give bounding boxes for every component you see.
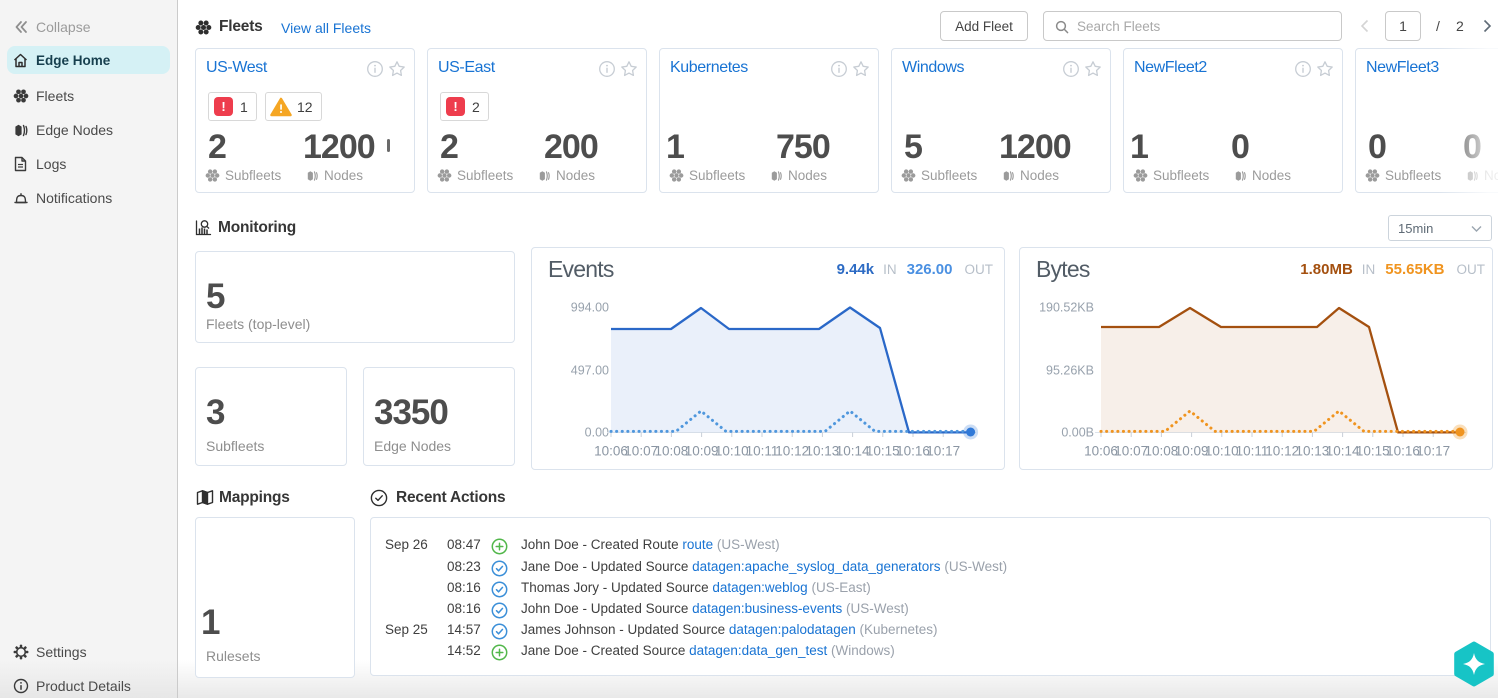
svg-text:10:06: 10:06 <box>1084 444 1118 459</box>
svg-text:10:10: 10:10 <box>1205 444 1239 459</box>
svg-text:10:17: 10:17 <box>1416 444 1450 459</box>
svg-text:10:12: 10:12 <box>775 444 809 459</box>
svg-text:10:12: 10:12 <box>1265 444 1299 459</box>
svg-text:10:15: 10:15 <box>1356 444 1390 459</box>
svg-text:10:14: 10:14 <box>836 444 870 459</box>
svg-text:10:09: 10:09 <box>685 444 719 459</box>
svg-text:10:10: 10:10 <box>715 444 749 459</box>
svg-text:10:15: 10:15 <box>866 444 900 459</box>
svg-text:10:07: 10:07 <box>624 444 658 459</box>
svg-text:10:16: 10:16 <box>1386 444 1420 459</box>
svg-text:497.00: 497.00 <box>571 364 609 378</box>
svg-text:10:08: 10:08 <box>655 444 689 459</box>
svg-text:10:07: 10:07 <box>1114 444 1148 459</box>
svg-text:10:17: 10:17 <box>926 444 960 459</box>
svg-text:10:08: 10:08 <box>1145 444 1179 459</box>
svg-text:0.00B: 0.00B <box>1061 426 1094 440</box>
svg-text:10:06: 10:06 <box>594 444 628 459</box>
svg-text:10:14: 10:14 <box>1326 444 1360 459</box>
svg-text:190.52KB: 190.52KB <box>1039 301 1094 315</box>
svg-text:10:11: 10:11 <box>1236 444 1269 459</box>
svg-text:994.00: 994.00 <box>571 301 609 315</box>
svg-text:10:11: 10:11 <box>746 444 779 459</box>
svg-text:10:13: 10:13 <box>1296 444 1330 459</box>
svg-text:10:09: 10:09 <box>1175 444 1209 459</box>
svg-text:10:16: 10:16 <box>896 444 930 459</box>
svg-text:0.00: 0.00 <box>585 426 609 440</box>
svg-text:95.26KB: 95.26KB <box>1046 364 1094 378</box>
svg-text:10:13: 10:13 <box>806 444 840 459</box>
